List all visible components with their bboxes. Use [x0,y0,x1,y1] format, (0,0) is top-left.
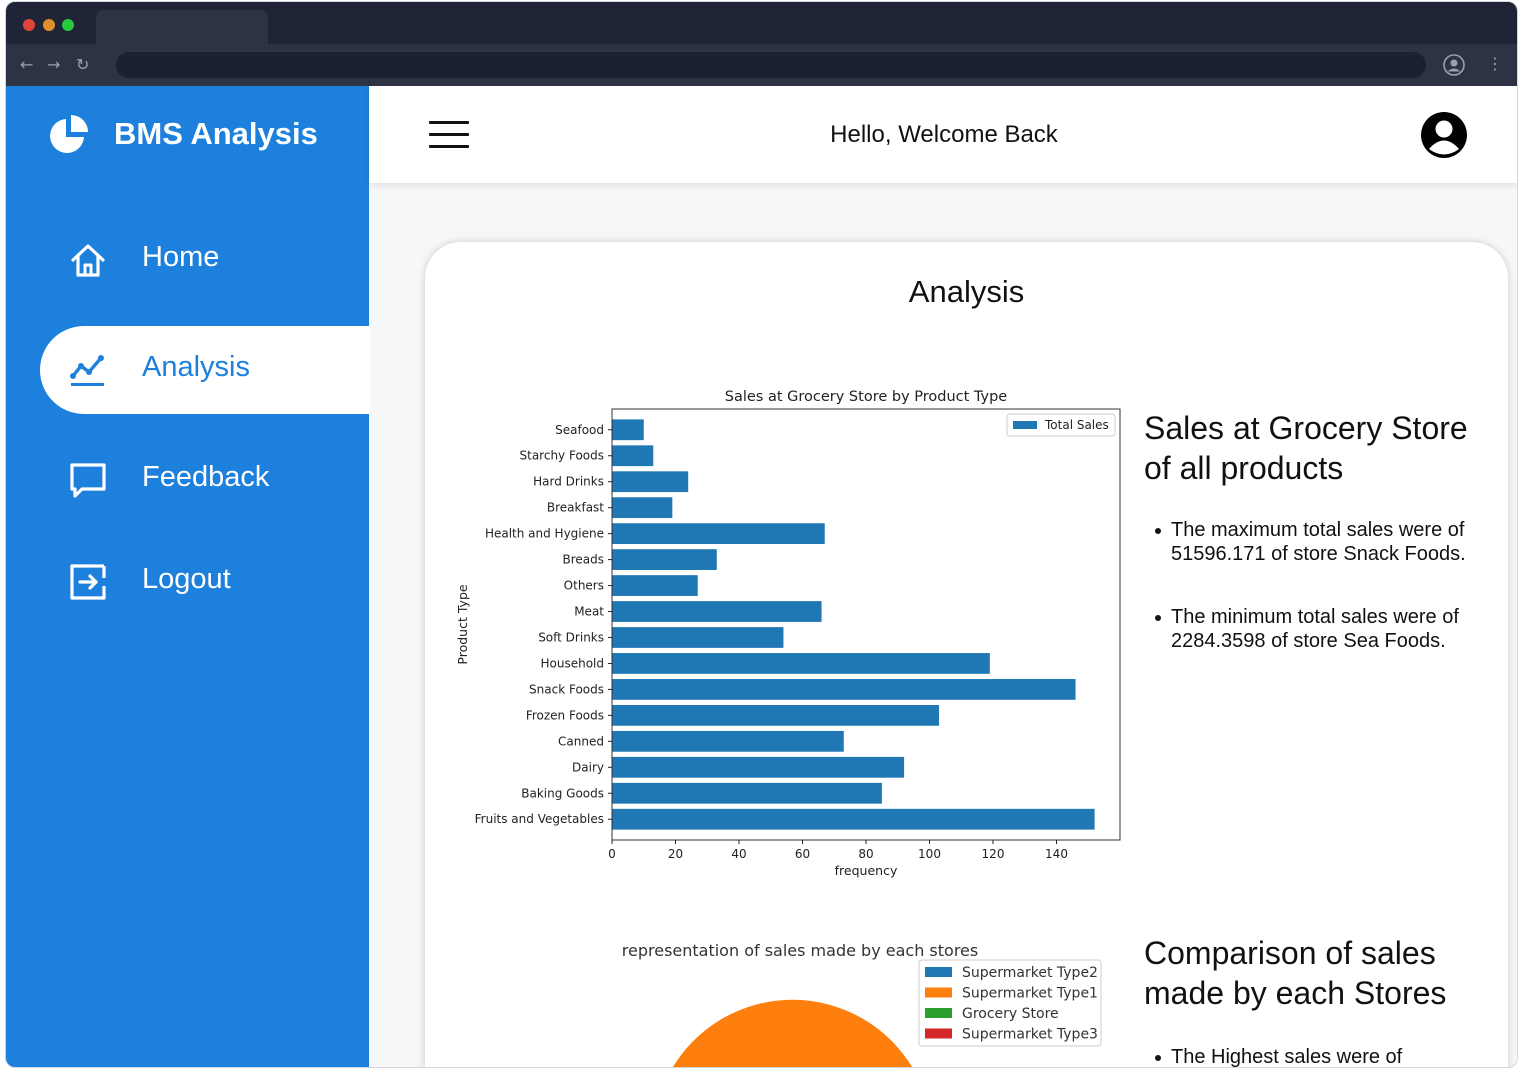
bar [612,704,940,726]
analysis-card: Analysis Sales at Grocery Store by Produ… [425,242,1508,1067]
bar [612,575,698,596]
browser-tab-bar [6,2,1517,44]
legend-label: Grocery Store [962,1006,1059,1022]
top-header: Hello, Welcome Back [369,86,1517,183]
y-tick-label: Canned [558,734,604,748]
y-tick-label: Starchy Foods [520,449,605,463]
url-input[interactable] [116,52,1426,78]
greeting-text: Hello, Welcome Back [830,121,1058,148]
bar [612,627,784,648]
bar [612,445,654,467]
product-sales-bar-chart: Sales at Grocery Store by Product Type Se… [455,389,1121,878]
browser-profile-icon[interactable] [1443,54,1465,76]
browser-address-bar: ← → ↻ ⋮ [6,44,1517,86]
legend-label: Supermarket Type3 [962,1027,1098,1043]
sales-summary-list: The minimum total sales were of 2284.359… [1153,605,1498,653]
y-tick-label: Dairy [572,760,604,774]
y-tick-label: Fruits and Vegetables [475,812,604,826]
sidebar-item-label: Analysis [142,351,250,383]
maximize-window-button[interactable] [62,19,74,31]
pie-slice [672,999,913,1067]
bar [612,756,905,778]
page-title: Analysis [908,274,1025,309]
legend-swatch [925,1028,952,1039]
y-tick-label: Hard Drinks [533,475,604,489]
bar [612,549,717,570]
sidebar-item-label: Logout [142,563,231,595]
legend-label: Supermarket Type1 [962,986,1098,1002]
user-avatar-icon[interactable] [1419,110,1469,160]
list-item: The minimum total sales were of 2284.359… [1153,605,1498,653]
y-tick-label: Others [564,579,604,593]
x-tick-label: 120 [982,847,1005,861]
y-tick-label: Snack Foods [529,682,604,696]
list-item: The Highest sales were of [1153,1045,1498,1067]
y-tick-label: Soft Drinks [538,630,604,644]
x-tick-label: 80 [858,847,873,861]
x-tick-label: 100 [918,847,941,861]
feedback-icon [70,463,106,498]
minimize-window-button[interactable] [43,19,55,31]
y-tick-label: Health and Hygiene [485,527,604,541]
home-icon [71,244,105,277]
list-item: The maximum total sales were of 51596.17… [1153,518,1498,566]
x-tick-label: 60 [795,847,810,861]
close-window-button[interactable] [23,19,35,31]
bar [612,471,689,493]
bar [612,653,990,674]
legend-label: Total Sales [1044,418,1109,432]
back-arrow-icon[interactable]: ← [20,55,33,75]
legend-swatch [1013,421,1037,429]
sidebar-item-label: Home [142,241,220,273]
sidebar: BMS Analysis Home Analysis Feedback Logo… [6,86,370,1067]
section-title-comparison: Comparison of sales made by each Stores [1144,935,1447,1011]
legend-swatch [925,987,952,998]
bar [612,679,1076,700]
x-tick-label: 40 [731,847,746,861]
legend-swatch [925,967,952,977]
sidebar-item-label: Feedback [142,461,270,493]
chart-title: representation of sales made by each sto… [622,941,978,960]
pie-chart-logo-icon [50,115,88,153]
y-tick-label: Breakfast [547,501,604,515]
analytics-icon [70,355,104,386]
sidebar-item-analysis[interactable]: Analysis [40,326,370,414]
bar [612,523,825,545]
bar [612,782,882,804]
browser-menu-icon[interactable]: ⋮ [1487,54,1503,73]
x-tick-label: 140 [1045,847,1068,861]
y-tick-label: Meat [574,605,604,619]
x-axis-label: frequency [835,863,898,878]
sidebar-item-feedback[interactable]: Feedback [40,436,370,524]
logout-icon [70,564,106,600]
sales-summary-list: The maximum total sales were of 51596.17… [1153,518,1498,566]
reload-icon[interactable]: ↻ [76,55,89,75]
forward-arrow-icon[interactable]: → [47,55,60,75]
x-tick-label: 20 [668,847,683,861]
bar [612,808,1095,830]
legend-label: Supermarket Type2 [962,965,1098,981]
browser-window: ← → ↻ ⋮ BMS Analysis Home Analysis Feedb… [5,1,1518,1068]
sidebar-item-logout[interactable]: Logout [40,538,370,626]
legend-swatch [925,1008,952,1018]
y-tick-label: Household [540,656,604,670]
store-sales-pie-chart: representation of sales made by each sto… [622,941,1102,1067]
bar [612,419,644,441]
y-tick-label: Baking Goods [521,786,604,800]
y-tick-label: Breads [562,553,604,567]
bar [612,601,822,622]
chart-title: Sales at Grocery Store by Product Type [725,389,1008,405]
brand-title: BMS Analysis [114,116,318,151]
sidebar-item-home[interactable]: Home [40,216,370,304]
section-title-sales: Sales at Grocery Store of all products [1144,410,1468,486]
y-tick-label: Frozen Foods [526,708,604,722]
comparison-summary-list: The Highest sales were of [1153,1045,1498,1067]
y-tick-label: Seafood [555,423,604,437]
bar [612,730,844,752]
x-tick-label: 0 [608,847,616,861]
browser-tab[interactable] [96,10,268,44]
y-axis-label: Product Type [455,584,470,664]
bar [612,497,673,519]
